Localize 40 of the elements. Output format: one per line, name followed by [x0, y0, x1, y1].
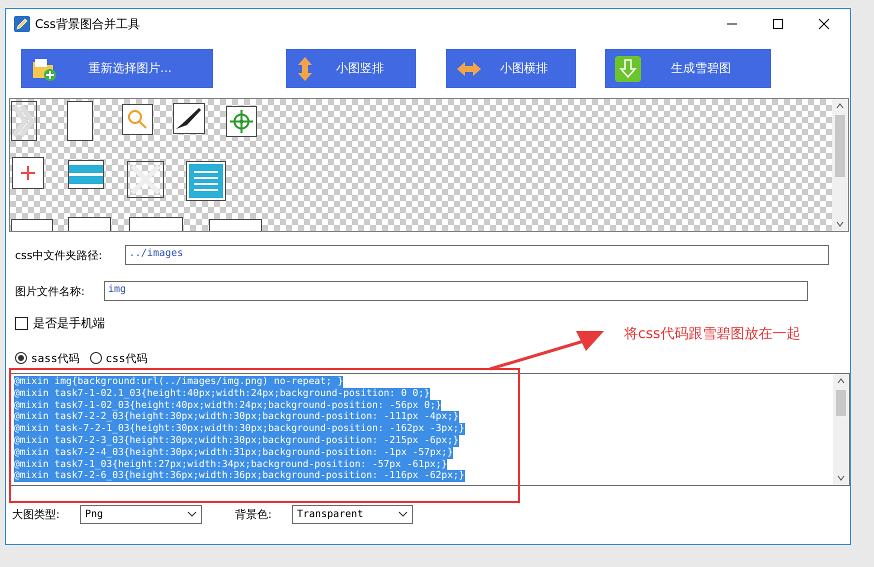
vertical-arrows-icon	[296, 56, 314, 82]
list-icon	[186, 161, 226, 201]
pencil-icon	[14, 16, 30, 32]
caret-icon	[398, 511, 408, 517]
radio-label: sass代码	[31, 350, 80, 366]
scroll-thumb[interactable]	[835, 115, 845, 177]
field-label: 背景色:	[235, 506, 273, 522]
radio-label: css代码	[106, 350, 148, 366]
field-label: 大图类型:	[12, 506, 61, 522]
image-type-dropdown[interactable]: Png	[80, 504, 202, 524]
two-bars-icon	[68, 160, 104, 189]
checkbox[interactable]	[15, 316, 28, 330]
toolbar-button[interactable]: 重新选择图片...	[21, 49, 213, 88]
name-input-field[interactable]: img	[104, 281, 808, 301]
background-color-dropdown[interactable]: Transparent	[292, 504, 413, 524]
checkbox-label: 是否是手机端	[33, 314, 105, 332]
close-icon[interactable]	[818, 18, 830, 30]
window-title: Css背景图合并工具	[35, 16, 140, 32]
toolbar-button[interactable]: 小图横排	[446, 49, 576, 88]
maximize-icon[interactable]	[772, 18, 784, 30]
path-input-field[interactable]: ../images	[125, 245, 829, 265]
scroll-thumb[interactable]	[836, 390, 846, 416]
x-mark-icon	[127, 161, 164, 198]
horizontal-arrows-icon	[456, 60, 482, 78]
caret-icon	[187, 511, 197, 517]
field-label: css中文件夹路径:	[15, 248, 104, 262]
code-text-area[interactable]	[9, 373, 850, 486]
scrollbar[interactable]	[833, 374, 849, 485]
radio-button[interactable]	[90, 352, 102, 364]
download-icon	[615, 56, 641, 82]
radio-button[interactable]	[15, 352, 27, 364]
chevron-icon	[11, 101, 37, 141]
knife-icon	[173, 103, 205, 134]
toolbar-button[interactable]: 小图竖排	[286, 49, 416, 88]
toolbar-button[interactable]: 生成雪碧图	[605, 49, 771, 88]
annotation-text: 将css代码跟雪碧图放在一起	[624, 325, 800, 343]
crosshair-icon	[226, 106, 257, 137]
scrollbar[interactable]	[832, 99, 848, 231]
magnifier-icon	[122, 104, 153, 135]
field-label: 图片文件名称:	[15, 284, 86, 298]
